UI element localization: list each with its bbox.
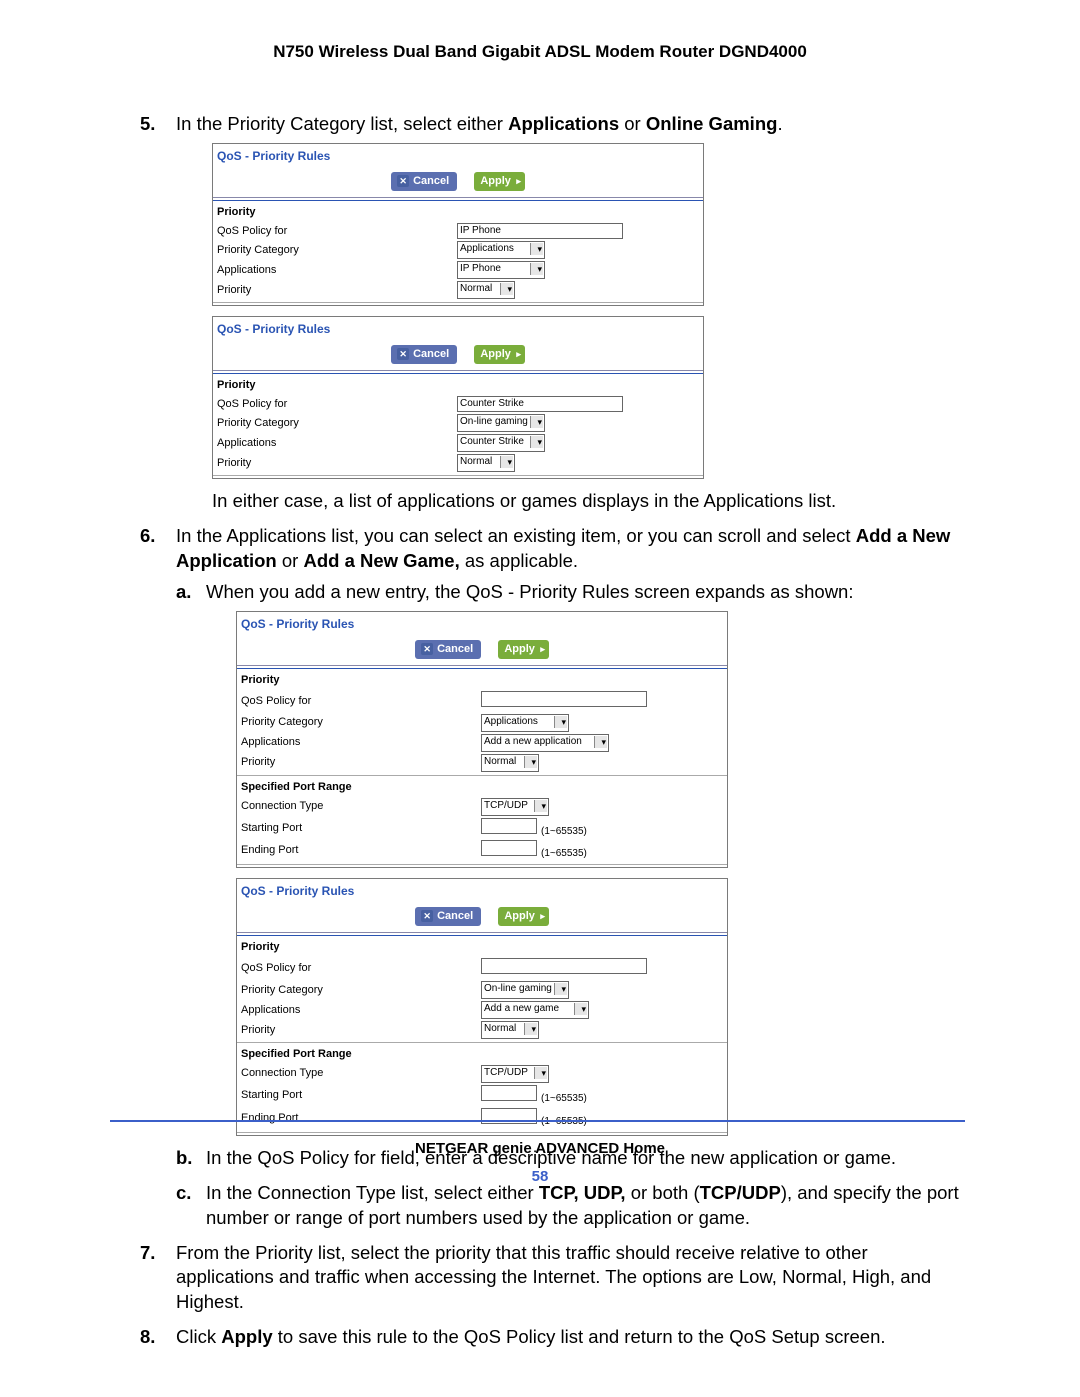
qos-policy-for-input[interactable]: Counter Strike	[457, 396, 623, 412]
applications-select[interactable]: Add a new game	[481, 1001, 589, 1019]
panel-title: QoS - Priority Rules	[237, 612, 727, 634]
qos-policy-for-label: QoS Policy for	[217, 224, 457, 239]
qos-panel-add-game: QoS - Priority Rules ✕Cancel Apply Prior…	[236, 878, 728, 1135]
step-5: 5. In the Priority Category list, select…	[140, 112, 970, 514]
conn-type-label: Connection Type	[241, 1066, 481, 1081]
step-5-text: In the Priority Category list, select ei…	[176, 113, 783, 134]
priority-select[interactable]: Normal	[481, 754, 539, 772]
priority-category-select[interactable]: On-line gaming	[481, 981, 569, 999]
end-port-label: Ending Port	[241, 843, 481, 858]
priority-label: Priority	[217, 456, 457, 471]
step-number: 6.	[140, 524, 155, 549]
priority-category-select[interactable]: Applications	[457, 241, 545, 259]
qos-policy-for-input[interactable]	[481, 691, 647, 707]
step-letter: a.	[176, 580, 191, 605]
port-hint: (1~65535)	[541, 848, 587, 859]
close-icon: ✕	[421, 910, 433, 922]
footer-text: NETGEAR genie ADVANCED Home	[0, 1140, 1080, 1157]
start-port-label: Starting Port	[241, 1088, 481, 1103]
section-priority: Priority	[237, 938, 727, 957]
qos-panel-add-app: QoS - Priority Rules ✕Cancel Apply Prior…	[236, 611, 728, 868]
panel-title: QoS - Priority Rules	[213, 144, 703, 166]
cancel-button[interactable]: ✕Cancel	[415, 907, 481, 926]
priority-category-label: Priority Category	[217, 243, 457, 258]
button-bar: ✕Cancel Apply	[237, 634, 727, 666]
page-number: 58	[0, 1168, 1080, 1185]
start-port-label: Starting Port	[241, 821, 481, 836]
step-6a: a. When you add a new entry, the QoS - P…	[176, 580, 970, 1136]
qos-panel-applications: QoS - Priority Rules ✕Cancel Apply Prior…	[212, 143, 704, 306]
step-6c-text: In the Connection Type list, select eith…	[206, 1182, 959, 1228]
qos-policy-for-input[interactable]: IP Phone	[457, 223, 623, 239]
end-port-label: Ending Port	[241, 1111, 481, 1126]
step-6-text: In the Applications list, you can select…	[176, 525, 950, 571]
applications-label: Applications	[241, 1003, 481, 1018]
apply-button[interactable]: Apply	[498, 640, 549, 659]
priority-category-label: Priority Category	[241, 983, 481, 998]
conn-type-select[interactable]: TCP/UDP	[481, 798, 549, 816]
panel-title: QoS - Priority Rules	[213, 317, 703, 339]
priority-label: Priority	[241, 755, 481, 770]
conn-type-label: Connection Type	[241, 799, 481, 814]
doc-header: N750 Wireless Dual Band Gigabit ADSL Mod…	[0, 0, 1080, 112]
priority-label: Priority	[217, 283, 457, 298]
section-priority: Priority	[237, 671, 727, 690]
qos-policy-for-label: QoS Policy for	[241, 961, 481, 976]
applications-label: Applications	[217, 436, 457, 451]
close-icon: ✕	[397, 348, 409, 360]
end-port-input[interactable]	[481, 840, 537, 856]
applications-select[interactable]: IP Phone	[457, 261, 545, 279]
priority-select[interactable]: Normal	[481, 1021, 539, 1039]
priority-select[interactable]: Normal	[457, 454, 515, 472]
close-icon: ✕	[421, 643, 433, 655]
applications-select[interactable]: Counter Strike	[457, 434, 545, 452]
priority-category-select[interactable]: Applications	[481, 714, 569, 732]
qos-policy-for-input[interactable]	[481, 958, 647, 974]
cancel-button[interactable]: ✕Cancel	[415, 640, 481, 659]
section-port-range: Specified Port Range	[237, 778, 727, 797]
button-bar: ✕Cancel Apply	[237, 901, 727, 933]
start-port-input[interactable]	[481, 1085, 537, 1101]
panel-title: QoS - Priority Rules	[237, 879, 727, 901]
step-7-text: From the Priority list, select the prior…	[176, 1242, 931, 1313]
button-bar: ✕Cancel Apply	[213, 166, 703, 198]
priority-category-label: Priority Category	[241, 715, 481, 730]
step-7: 7. From the Priority list, select the pr…	[140, 1241, 970, 1316]
port-hint: (1~65535)	[541, 826, 587, 837]
button-bar: ✕Cancel Apply	[213, 339, 703, 371]
priority-category-label: Priority Category	[217, 416, 457, 431]
apply-button[interactable]: Apply	[474, 345, 525, 364]
apply-button[interactable]: Apply	[498, 907, 549, 926]
section-priority: Priority	[213, 376, 703, 395]
priority-category-select[interactable]: On-line gaming	[457, 414, 545, 432]
applications-label: Applications	[241, 735, 481, 750]
conn-type-select[interactable]: TCP/UDP	[481, 1065, 549, 1083]
step-6c: c. In the Connection Type list, select e…	[176, 1181, 970, 1231]
step-8-text: Click Apply to save this rule to the QoS…	[176, 1326, 886, 1347]
step-number: 8.	[140, 1325, 155, 1350]
section-priority: Priority	[213, 203, 703, 222]
footer-rule	[110, 1120, 965, 1122]
apply-button[interactable]: Apply	[474, 172, 525, 191]
cancel-button[interactable]: ✕Cancel	[391, 345, 457, 364]
step-8: 8. Click Apply to save this rule to the …	[140, 1325, 970, 1350]
priority-select[interactable]: Normal	[457, 281, 515, 299]
section-port-range: Specified Port Range	[237, 1045, 727, 1064]
cancel-button[interactable]: ✕Cancel	[391, 172, 457, 191]
step-number: 5.	[140, 112, 155, 137]
qos-policy-for-label: QoS Policy for	[241, 694, 481, 709]
priority-label: Priority	[241, 1023, 481, 1038]
step-6: 6. In the Applications list, you can sel…	[140, 524, 970, 1231]
qos-panel-gaming: QoS - Priority Rules ✕Cancel Apply Prior…	[212, 316, 704, 479]
qos-policy-for-label: QoS Policy for	[217, 397, 457, 412]
applications-label: Applications	[217, 263, 457, 278]
close-icon: ✕	[397, 175, 409, 187]
step-6a-text: When you add a new entry, the QoS - Prio…	[206, 581, 853, 602]
port-hint: (1~65535)	[541, 1093, 587, 1104]
step-number: 7.	[140, 1241, 155, 1266]
step-5-note: In either case, a list of applications o…	[212, 489, 970, 514]
start-port-input[interactable]	[481, 818, 537, 834]
applications-select[interactable]: Add a new application	[481, 734, 609, 752]
